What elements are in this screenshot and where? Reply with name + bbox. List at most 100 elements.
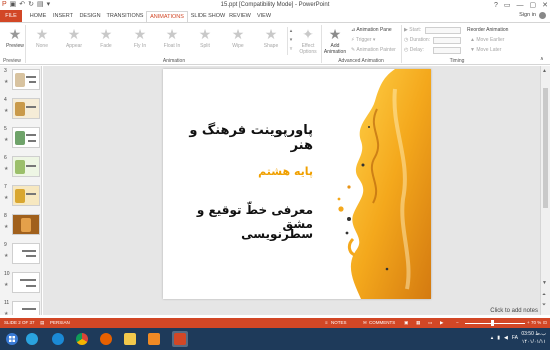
slide-thumbnail[interactable]: 5 ★	[2, 126, 41, 152]
vertical-scrollbar[interactable]: ▲ ▼ ⏶ ⏷	[540, 66, 550, 315]
network-icon[interactable]: ▮	[497, 335, 500, 341]
animation-star-icon: ★	[4, 282, 9, 288]
animation-painter-icon: ✎	[351, 47, 356, 53]
delay-spinner[interactable]	[433, 47, 461, 54]
duration-spinner[interactable]	[433, 37, 461, 44]
ribbon-animations: ★ Preview Preview ★ None ★ Appear ★ Fade…	[0, 22, 550, 65]
ie-taskbar-button[interactable]	[50, 331, 66, 347]
slide-thumbnail-pane[interactable]: 3 ★ 4 ★ 5 ★ 6 ★ 7 ★ 8 ★ 9 ★ 10 ★ 11 ★	[0, 66, 42, 315]
tab-file[interactable]: FILE	[0, 10, 22, 22]
slide-sorter-icon[interactable]: ▦	[416, 318, 420, 328]
add-animation-button[interactable]: ★ Add Animation	[322, 25, 348, 55]
comments-toggle[interactable]: COMMENTS	[369, 318, 395, 328]
help-icon[interactable]: ?	[494, 2, 498, 9]
internet-explorer-icon	[52, 333, 64, 345]
minimize-button[interactable]: —	[517, 2, 524, 9]
gallery-down-icon[interactable]: ▾	[288, 36, 294, 45]
language-indicator[interactable]: PERSIAN	[50, 318, 70, 328]
zoom-in-icon[interactable]: +	[527, 318, 530, 328]
slide-thumbnail[interactable]: 9 ★	[2, 242, 41, 268]
start-button[interactable]	[4, 331, 20, 347]
ribbon-display-icon[interactable]: ▭	[504, 1, 511, 9]
normal-view-icon[interactable]: ▣	[404, 318, 408, 328]
animation-star-icon: ★	[4, 137, 9, 143]
slide-thumbnail[interactable]: 11 ★	[2, 300, 41, 315]
comments-icon: ✉	[363, 320, 367, 325]
explorer-taskbar-button[interactable]	[122, 331, 138, 347]
slide-thumbnail[interactable]: 7 ★	[2, 184, 41, 210]
volume-icon[interactable]: ◀	[504, 335, 508, 341]
slide-thumbnail[interactable]: 8 ★	[2, 213, 41, 239]
scroll-up-icon[interactable]: ▲	[542, 68, 547, 74]
reorder-animation-label: Reorder Animation	[467, 27, 509, 33]
folder-icon	[124, 333, 136, 345]
animation-star-icon: ★	[4, 195, 9, 201]
slideshow-icon[interactable]: ▶	[440, 318, 443, 328]
animation-float-in[interactable]: ★ Float In	[158, 25, 186, 55]
tab-home[interactable]: HOME	[28, 11, 48, 22]
animation-painter-button[interactable]: ✎ Animation Painter	[351, 46, 396, 54]
animation-pane-button[interactable]: ⊿ Animation Pane	[351, 26, 392, 34]
tab-review[interactable]: REVIEW	[228, 11, 252, 22]
previous-slide-icon[interactable]: ⏶	[542, 292, 546, 298]
animation-fade[interactable]: ★ Fade	[92, 25, 120, 55]
media-player-taskbar-button[interactable]	[146, 331, 162, 347]
chrome-taskbar-button[interactable]	[74, 331, 90, 347]
tab-insert[interactable]: INSERT	[52, 11, 74, 22]
gallery-up-icon[interactable]: ▴	[288, 27, 294, 36]
notes-toggle[interactable]: NOTES	[331, 318, 347, 328]
trigger-button[interactable]: ⚡ Trigger ▾	[351, 36, 375, 44]
slide-thumbnail-image	[12, 243, 40, 264]
move-later-button[interactable]: ▼ Move Later	[470, 46, 501, 54]
scroll-down-icon[interactable]: ▼	[542, 280, 547, 286]
clock-date: ۱۴۰۱/۰۱/۱۱	[521, 339, 546, 345]
zoom-out-icon[interactable]: −	[456, 318, 459, 328]
animation-none[interactable]: ★ None	[28, 25, 56, 55]
appear-star-icon: ★	[67, 26, 81, 42]
slide-thumbnail-image	[12, 127, 40, 148]
zoom-slider-knob[interactable]	[491, 320, 494, 326]
smiley-feedback-icon[interactable]	[539, 12, 546, 19]
tab-transitions[interactable]: TRANSITIONS	[106, 11, 144, 22]
zoom-level[interactable]: 70 %	[531, 318, 541, 328]
tray-up-arrow-icon[interactable]: ▴	[491, 335, 494, 341]
maximize-button[interactable]: ▢	[530, 1, 537, 9]
next-slide-icon[interactable]: ⏷	[542, 302, 546, 308]
notes-placeholder[interactable]: Click to add notes	[490, 308, 538, 314]
effect-options-button[interactable]: ✦ Effect Options	[296, 25, 320, 55]
slide-thumbnail[interactable]: 4 ★	[2, 97, 41, 123]
tab-animations[interactable]: ANIMATIONS	[146, 11, 188, 22]
scroll-thumb[interactable]	[543, 88, 548, 208]
powerpoint-taskbar-button[interactable]	[172, 331, 188, 347]
notes-pane[interactable]	[43, 308, 540, 315]
proofing-icon[interactable]: ▤	[40, 318, 44, 328]
animation-split[interactable]: ★ Split	[191, 25, 219, 55]
slide-canvas[interactable]: پاورپوینت فرهنگ و هنر پایه هشتم معرفی خط…	[163, 69, 431, 299]
clock[interactable]: 03:50 ب.ظ ۱۴۰۱/۰۱/۱۱	[521, 330, 546, 346]
animation-star-icon: ★	[4, 108, 9, 114]
gallery-more-icon[interactable]: ▿	[288, 45, 294, 54]
move-earlier-button[interactable]: ▲ Move Earlier	[470, 36, 504, 44]
start-select[interactable]	[425, 27, 461, 34]
firefox-taskbar-button[interactable]	[98, 331, 114, 347]
animation-shape[interactable]: ★ Shape	[257, 25, 285, 55]
slide-thumbnail[interactable]: 10 ★	[2, 271, 41, 297]
animation-appear[interactable]: ★ Appear	[60, 25, 88, 55]
fit-slide-icon[interactable]: ⊡	[543, 318, 547, 328]
tab-slide-show[interactable]: SLIDE SHOW	[190, 11, 226, 22]
zoom-slider[interactable]	[465, 322, 525, 324]
reading-view-icon[interactable]: ▭	[428, 318, 432, 328]
telegram-icon	[26, 333, 38, 345]
tab-view[interactable]: VIEW	[254, 11, 274, 22]
sign-in-link[interactable]: Sign in	[519, 12, 536, 18]
slide-thumbnail[interactable]: 6 ★	[2, 155, 41, 181]
animation-wipe[interactable]: ★ Wipe	[224, 25, 252, 55]
tab-design[interactable]: DESIGN	[78, 11, 102, 22]
language-indicator-tray[interactable]: FA	[512, 335, 518, 341]
animation-fly-in[interactable]: ★ Fly In	[126, 25, 154, 55]
slide-thumbnail[interactable]: 3 ★	[2, 68, 41, 94]
close-button[interactable]: ✕	[542, 1, 548, 9]
telegram-taskbar-button[interactable]	[24, 331, 40, 347]
gallery-scroll[interactable]: ▴ ▾ ▿	[287, 27, 294, 55]
collapse-ribbon-icon[interactable]: ∧	[540, 55, 544, 63]
